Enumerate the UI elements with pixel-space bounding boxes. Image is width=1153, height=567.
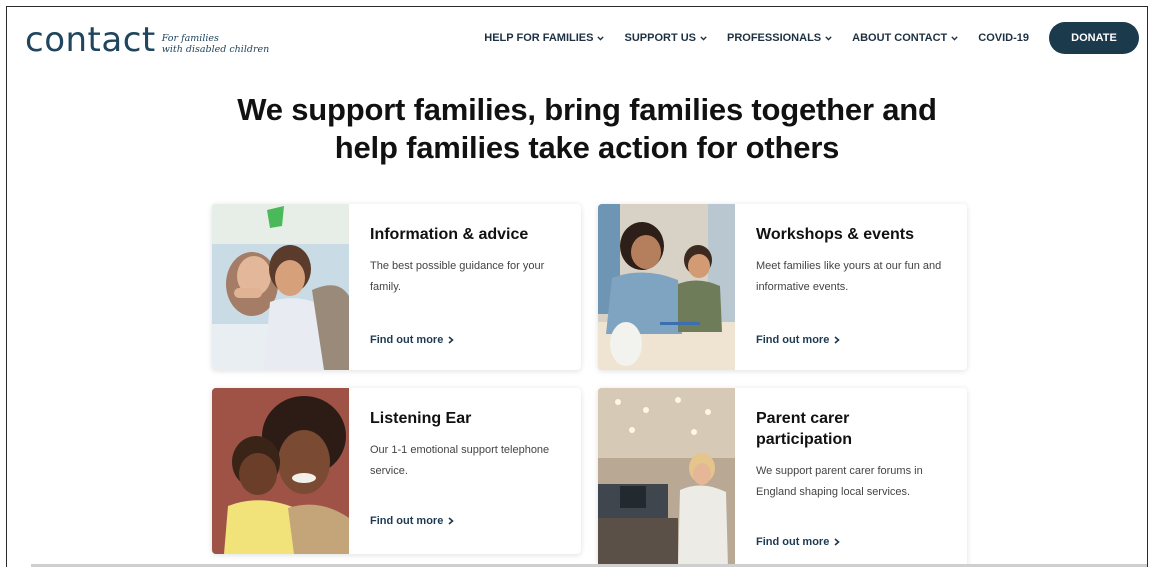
contact-logo[interactable]: contact For families with disabled child… [25,23,269,57]
card-title: Information & advice [370,226,529,243]
card-image-parent-and-child [212,204,349,370]
nav-professionals[interactable]: PROFESSIONALS [727,32,832,44]
link-label: Find out more [370,515,444,527]
chevron-right-icon [834,538,841,546]
chevron-right-icon [834,336,841,344]
card-description-line: informative events. [756,281,849,293]
logo-tagline-line2: with disabled children [161,44,270,55]
logo-tagline: For families with disabled children [162,33,270,55]
link-label: Find out more [756,334,830,346]
nav-about-contact[interactable]: ABOUT CONTACT [852,32,958,44]
card-description-line: service. [370,465,408,477]
card-title: Listening Ear [370,410,472,427]
card-description-line: England shaping local services. [756,486,911,498]
card-title: Workshops & events [756,226,914,243]
card-description-line: family. [370,281,401,293]
logo-wordmark: contact [25,20,156,60]
chevron-down-icon [700,35,707,41]
card-parent-carer-participation[interactable]: Parent carer participation We support pa… [598,388,967,567]
find-out-more-link[interactable]: Find out more [756,334,841,346]
link-label: Find out more [370,334,444,346]
main-nav: HELP FOR FAMILIES SUPPORT US PROFESSIONA… [464,22,1139,54]
card-body: Listening Ear Our 1-1 emotional support … [349,388,581,554]
link-label: Find out more [756,536,830,548]
card-body: Parent carer participation We support pa… [735,388,967,567]
chevron-right-icon [448,517,455,525]
logo-tagline-line1: For families [161,33,219,44]
headline-line2: help families take action for others [334,130,840,165]
card-image-mother-hugging-child [212,388,349,554]
card-description: We support parent carer forums in Englan… [756,461,949,503]
card-description-line: Meet families like yours at our fun and [756,260,942,272]
card-description-line: Our 1-1 emotional support telephone [370,444,550,456]
card-description: The best possible guidance for your fami… [370,256,563,298]
headline-line1: We support families, bring families toge… [237,92,937,127]
nav-label: COVID-19 [978,32,1029,44]
nav-label: SUPPORT US [624,32,696,44]
card-description: Meet families like yours at our fun and … [756,256,949,298]
chevron-down-icon [825,35,832,41]
card-image-speaker-at-event [598,388,735,567]
chevron-down-icon [597,35,605,41]
find-out-more-link[interactable]: Find out more [756,536,841,548]
card-listening-ear[interactable]: Listening Ear Our 1-1 emotional support … [212,388,581,554]
nav-covid-19[interactable]: COVID-19 [978,32,1029,44]
page-headline: We support families, bring families toge… [7,91,1147,167]
card-image-family-craft [598,204,735,370]
card-workshops-events[interactable]: Workshops & events Meet families like yo… [598,204,967,370]
card-description-line: We support parent carer forums in [756,465,923,477]
card-description: Our 1-1 emotional support telephone serv… [370,440,563,482]
card-information-advice[interactable]: Information & advice The best possible g… [212,204,581,370]
nav-label: ABOUT CONTACT [852,32,948,44]
card-body: Information & advice The best possible g… [349,204,581,370]
chevron-down-icon [951,35,958,41]
card-title-line: participation [756,431,853,448]
donate-button[interactable]: DONATE [1049,22,1139,54]
nav-support-us[interactable]: SUPPORT US [624,32,707,44]
nav-label: HELP FOR FAMILIES [484,32,594,44]
card-title: Parent carer participation [756,408,949,450]
card-description-line: The best possible guidance for your [370,260,545,272]
card-body: Workshops & events Meet families like yo… [735,204,967,370]
find-out-more-link[interactable]: Find out more [370,334,455,346]
find-out-more-link[interactable]: Find out more [370,515,455,527]
nav-help-for-families[interactable]: HELP FOR FAMILIES [484,32,605,44]
browser-viewport: contact For families with disabled child… [6,6,1148,567]
card-title-line: Parent carer [756,410,850,427]
chevron-right-icon [448,336,455,344]
nav-label: PROFESSIONALS [727,32,822,44]
